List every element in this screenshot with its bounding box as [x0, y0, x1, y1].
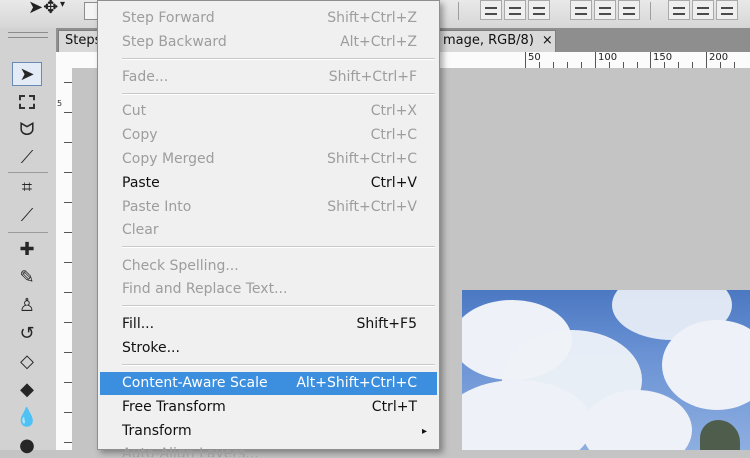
menu-item-transform[interactable]: Transform ▸ — [100, 420, 437, 443]
rock-shape — [700, 420, 740, 450]
crop-tool-icon[interactable]: ⌗ — [12, 176, 42, 200]
align-horizontal-centers-icon[interactable] — [594, 0, 616, 20]
tab-label: mage, RGB/8) — [443, 33, 534, 48]
menu-item-find-replace[interactable]: Find and Replace Text... — [100, 278, 437, 301]
options-divider — [458, 2, 459, 20]
menu-divider — [122, 246, 435, 248]
document-image[interactable] — [462, 290, 750, 450]
ruler-label: 150 — [653, 52, 673, 63]
paint-bucket-tool-icon[interactable]: ◆ — [12, 378, 42, 402]
healing-brush-tool-icon[interactable]: ✚ — [12, 238, 42, 262]
marquee-tool-icon[interactable] — [12, 90, 42, 114]
tool-preset-picker[interactable]: ➤✥ ▾ — [18, 0, 76, 22]
menu-item-cut[interactable]: Cut Ctrl+X — [100, 100, 437, 123]
menu-item-check-spelling[interactable]: Check Spelling... — [100, 255, 437, 278]
tab-label: Steps — [65, 33, 102, 48]
menu-item-paste[interactable]: Paste Ctrl+V — [100, 172, 437, 195]
vertical-ruler: 5 — [56, 52, 73, 450]
menu-item-auto-align-layers[interactable]: Auto-Align Layers... — [100, 443, 437, 457]
menu-item-copy-merged[interactable]: Copy Merged Shift+Ctrl+C — [100, 148, 437, 171]
dodge-tool-icon[interactable]: ● — [12, 434, 42, 458]
auto-select-checkbox[interactable] — [84, 2, 98, 20]
menu-divider — [122, 305, 435, 307]
menu-item-content-aware-scale[interactable]: Content-Aware Scale Alt+Shift+Ctrl+C — [100, 372, 437, 395]
blur-tool-icon[interactable]: 💧 — [12, 406, 42, 430]
align-bottom-edges-icon[interactable] — [528, 0, 550, 20]
align-top-edges-icon[interactable] — [480, 0, 502, 20]
menu-item-clear[interactable]: Clear — [100, 219, 437, 242]
menu-divider — [122, 58, 435, 60]
align-right-edges-icon[interactable] — [618, 0, 640, 20]
align-vertical-centers-icon[interactable] — [504, 0, 526, 20]
chevron-right-icon: ▸ — [421, 426, 427, 437]
close-icon[interactable]: × — [542, 33, 553, 48]
move-tool-icon[interactable]: ➤ — [12, 62, 42, 86]
ruler-label: 200 — [709, 52, 729, 63]
lasso-tool-icon[interactable]: ᗢ — [12, 118, 42, 142]
menu-item-fade[interactable]: Fade... Shift+Ctrl+F — [100, 66, 437, 89]
menu-item-paste-into[interactable]: Paste Into Shift+Ctrl+V — [100, 196, 437, 219]
menu-item-stroke[interactable]: Stroke... — [100, 337, 437, 360]
menu-item-fill[interactable]: Fill... Shift+F5 — [100, 313, 437, 336]
menu-item-free-transform[interactable]: Free Transform Ctrl+T — [100, 396, 437, 419]
document-tab-active[interactable]: mage, RGB/8) × — [436, 30, 556, 52]
chevron-down-icon: ▾ — [60, 0, 66, 10]
history-brush-tool-icon[interactable]: ↺ — [12, 322, 42, 346]
quick-selection-tool-icon[interactable]: ⟋ — [12, 146, 42, 170]
distribute-top-edges-icon[interactable] — [668, 0, 690, 20]
toolbox-divider — [8, 172, 48, 173]
distribute-vertical-centers-icon[interactable] — [692, 0, 714, 20]
tools-panel: ➤ ᗢ ⟋ ⌗ ⟋ ✚ ✎ ♙ ↺ ◇ ◆ 💧 ● — [0, 28, 57, 456]
menu-item-copy[interactable]: Copy Ctrl+C — [100, 124, 437, 147]
menu-item-step-forward[interactable]: Step Forward Shift+Ctrl+Z — [100, 7, 437, 30]
eyedropper-tool-icon[interactable]: ⟋ — [12, 204, 42, 228]
clone-stamp-tool-icon[interactable]: ♙ — [12, 294, 42, 318]
options-divider — [650, 2, 651, 20]
brush-tool-icon[interactable]: ✎ — [12, 266, 42, 290]
panel-grip[interactable] — [8, 32, 48, 38]
toolbox-divider — [8, 232, 48, 233]
menu-divider — [122, 364, 435, 366]
ruler-label: 100 — [598, 52, 618, 63]
ruler-label: 5 — [57, 99, 63, 108]
distribute-bottom-edges-icon[interactable] — [716, 0, 738, 20]
menu-divider — [122, 93, 435, 95]
edit-menu: Step Forward Shift+Ctrl+Z Step Backward … — [97, 0, 440, 457]
eraser-tool-icon[interactable]: ◇ — [12, 350, 42, 374]
move-icon: ➤✥ — [28, 0, 59, 18]
menu-item-step-backward[interactable]: Step Backward Alt+Ctrl+Z — [100, 31, 437, 54]
align-left-edges-icon[interactable] — [570, 0, 592, 20]
